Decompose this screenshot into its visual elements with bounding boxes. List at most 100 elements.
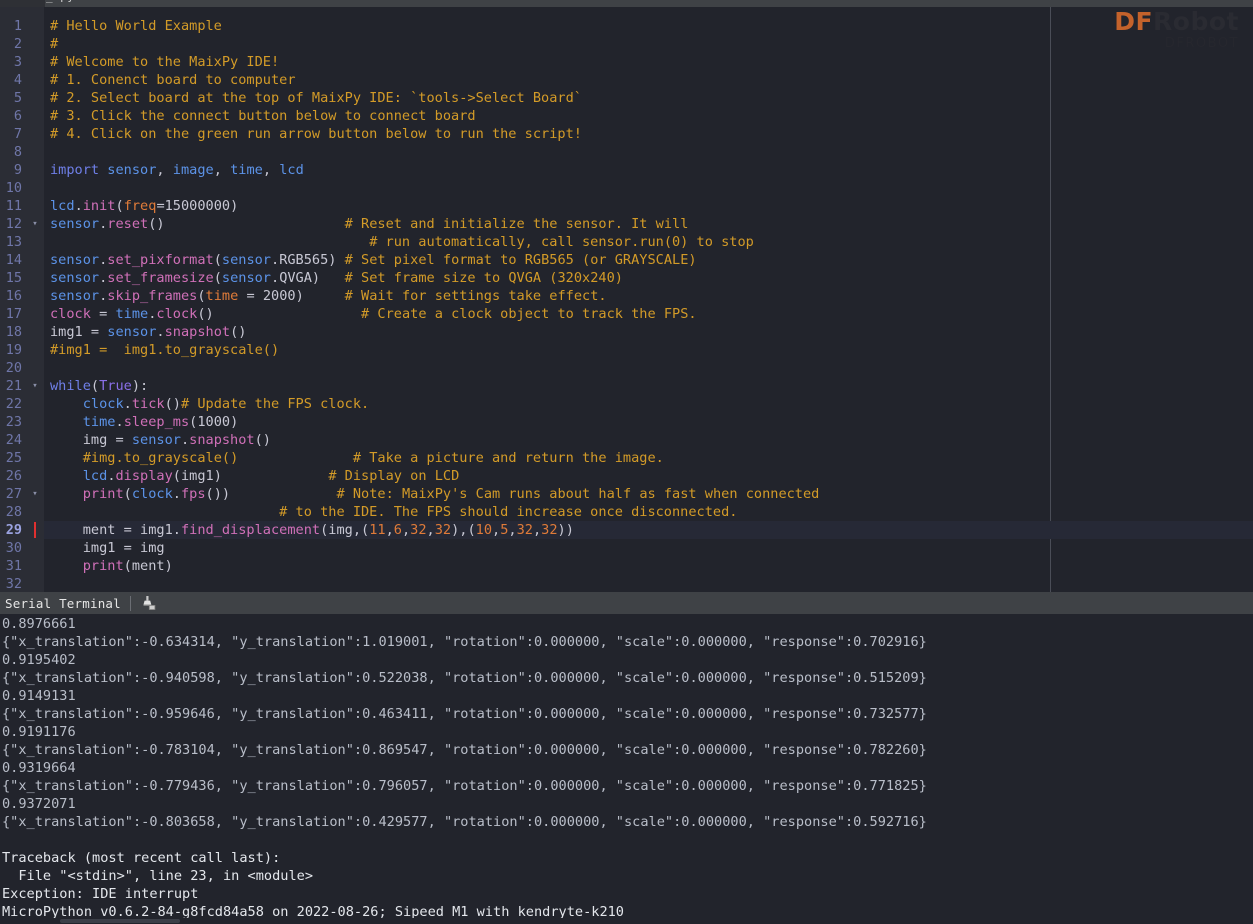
code-line[interactable] xyxy=(44,359,1253,377)
line-number: 14 xyxy=(5,252,22,268)
code-token-mod: clock xyxy=(131,486,173,502)
code-line[interactable]: # to the IDE. The FPS should increase on… xyxy=(44,503,1253,521)
code-token-plain: img1 = xyxy=(50,324,108,340)
code-token-punct: () xyxy=(230,324,247,340)
line-number: 20 xyxy=(5,360,22,376)
code-line[interactable]: sensor.set_pixformat(sensor.RGB565) # Se… xyxy=(44,251,1253,269)
line-number: 26 xyxy=(5,468,22,484)
code-token-fn: sleep_ms xyxy=(123,414,190,430)
code-line[interactable]: # 1. Conenct board to computer xyxy=(44,71,1253,89)
code-token-punct: . xyxy=(180,432,190,448)
code-line[interactable]: #img.to_grayscale() # Take a picture and… xyxy=(44,449,1253,467)
code-token-mod: sensor xyxy=(107,324,157,340)
code-token-punct: , xyxy=(508,522,517,538)
terminal-line: 0.9191176 xyxy=(2,724,76,740)
code-token-mod: lcd xyxy=(82,468,108,484)
code-token-punct: = xyxy=(90,306,116,322)
code-line[interactable]: sensor.set_framesize(sensor.QVGA) # Set … xyxy=(44,269,1253,287)
line-number: 1 xyxy=(13,18,22,34)
code-token-punct: () xyxy=(148,216,165,232)
code-editor[interactable]: 1 2 3 4 5 6 7 8 9 10 11 12 ▾ 13 14 15 16 17 18 19 20 21 ▾ 22 23 2… xyxy=(0,7,1253,592)
code-line[interactable]: img1 = img xyxy=(44,539,1253,557)
chevron-down-icon[interactable]: ▾ xyxy=(28,380,42,392)
code-line[interactable]: # 3. Click the connect button below to c… xyxy=(44,107,1253,125)
line-number: 17 xyxy=(5,306,22,322)
code-token-punct: ), xyxy=(451,522,468,538)
code-token-fn: tick xyxy=(131,396,165,412)
maixpy-ide-window: _.py 123456789101112▾131415161718192021▾… xyxy=(0,0,1253,924)
line-number: 11 xyxy=(5,198,22,214)
code-line[interactable]: lcd.init(freq=15000000) xyxy=(44,197,1253,215)
code-token-punct: , xyxy=(156,162,173,178)
code-token-plain: ment) xyxy=(131,558,173,574)
code-token-plain: img1) xyxy=(180,468,222,484)
code-token-punct: () xyxy=(164,396,181,412)
terminal-line: 0.9149131 xyxy=(2,688,76,704)
code-line[interactable]: print(ment) xyxy=(44,557,1253,575)
code-token-punct: , xyxy=(385,522,394,538)
code-line[interactable]: print(clock.fps()) # Note: MaixPy's Cam … xyxy=(44,485,1253,503)
code-token-cmt: # 2. Select board at the top of MaixPy I… xyxy=(50,90,582,106)
line-number: 2 xyxy=(13,36,22,52)
code-line[interactable]: sensor.skip_frames(time = 2000) # Wait f… xyxy=(44,287,1253,305)
code-line[interactable]: time.sleep_ms(1000) xyxy=(44,413,1253,431)
code-line[interactable]: # Hello World Example xyxy=(44,17,1253,35)
code-line[interactable]: while(True): xyxy=(44,377,1253,395)
code-token-fn: skip_frames xyxy=(107,288,198,304)
scrollbar-thumb[interactable] xyxy=(60,919,180,923)
code-token-punct: () xyxy=(254,432,271,448)
code-line[interactable]: import sensor, image, time, lcd xyxy=(44,161,1253,179)
line-number: 27 ▾ xyxy=(0,485,44,503)
code-line[interactable]: # 4. Click on the green run arrow button… xyxy=(44,125,1253,143)
code-line[interactable]: # Welcome to the MaixPy IDE! xyxy=(44,53,1253,71)
code-line[interactable]: # 2. Select board at the top of MaixPy I… xyxy=(44,89,1253,107)
code-token-punct: . xyxy=(271,270,280,286)
code-token-cmt: # Set frame size to QVGA (320x240) xyxy=(344,270,623,286)
code-line[interactable]: lcd.display(img1) # Display on LCD xyxy=(44,467,1253,485)
line-number: 16 xyxy=(5,288,22,304)
code-line[interactable]: ment = img1.find_displacement(img,(11,6,… xyxy=(44,521,1253,539)
code-token-mod: lcd xyxy=(279,162,304,178)
code-line[interactable]: img = sensor.snapshot() xyxy=(44,431,1253,449)
code-line[interactable]: clock = time.clock() # Create a clock ob… xyxy=(44,305,1253,323)
code-token-fn: init xyxy=(82,198,116,214)
broom-clear-icon[interactable] xyxy=(140,595,158,611)
code-line[interactable]: clock.tick()# Update the FPS clock. xyxy=(44,395,1253,413)
code-line[interactable]: img1 = sensor.snapshot() xyxy=(44,323,1253,341)
code-token-fn: clock xyxy=(50,306,91,322)
code-token-fn: set_pixformat xyxy=(107,252,214,268)
serial-terminal-output[interactable]: 0.8976661 {"x_translation":-0.634314, "y_… xyxy=(0,614,1253,924)
code-token-plain: img1 = img xyxy=(50,540,165,556)
code-content[interactable]: # Hello World Example # # Welcome to the M… xyxy=(44,7,1253,592)
line-number: 15 xyxy=(5,270,22,286)
code-token-mod: time xyxy=(230,162,263,178)
line-number: 18 xyxy=(5,324,22,340)
horizontal-scrollbar[interactable] xyxy=(0,918,1253,924)
code-token-mod: sensor xyxy=(50,252,100,268)
chevron-down-icon[interactable]: ▾ xyxy=(28,218,42,230)
code-line[interactable]: #img1 = img1.to_grayscale() xyxy=(44,341,1253,359)
code-token-num: 6 xyxy=(393,522,402,538)
code-line[interactable] xyxy=(44,575,1253,592)
chevron-down-icon[interactable]: ▾ xyxy=(28,488,42,500)
code-line[interactable] xyxy=(44,143,1253,161)
code-line[interactable]: sensor.reset() # Reset and initialize th… xyxy=(44,215,1253,233)
code-line[interactable]: # xyxy=(44,35,1253,53)
code-token-num: 32 xyxy=(516,522,533,538)
line-number: 28 xyxy=(5,504,22,520)
terminal-line: {"x_translation":-0.779436, "y_translati… xyxy=(2,778,927,794)
code-token-plain: img, xyxy=(328,522,362,538)
code-token-fn: reset xyxy=(107,216,149,232)
code-token-punct: . xyxy=(156,324,165,340)
code-token-punct: ( xyxy=(213,270,222,286)
code-token-fn: fps xyxy=(180,486,206,502)
code-line[interactable]: # run automatically, call sensor.run(0) … xyxy=(44,233,1253,251)
code-line[interactable] xyxy=(44,179,1253,197)
code-token-cmt: # 4. Click on the green run arrow button… xyxy=(50,126,582,142)
editor-tab-active[interactable] xyxy=(0,0,45,7)
code-token-punct: . xyxy=(271,252,280,268)
code-token-cmt: # Create a clock object to track the FPS… xyxy=(361,306,697,322)
